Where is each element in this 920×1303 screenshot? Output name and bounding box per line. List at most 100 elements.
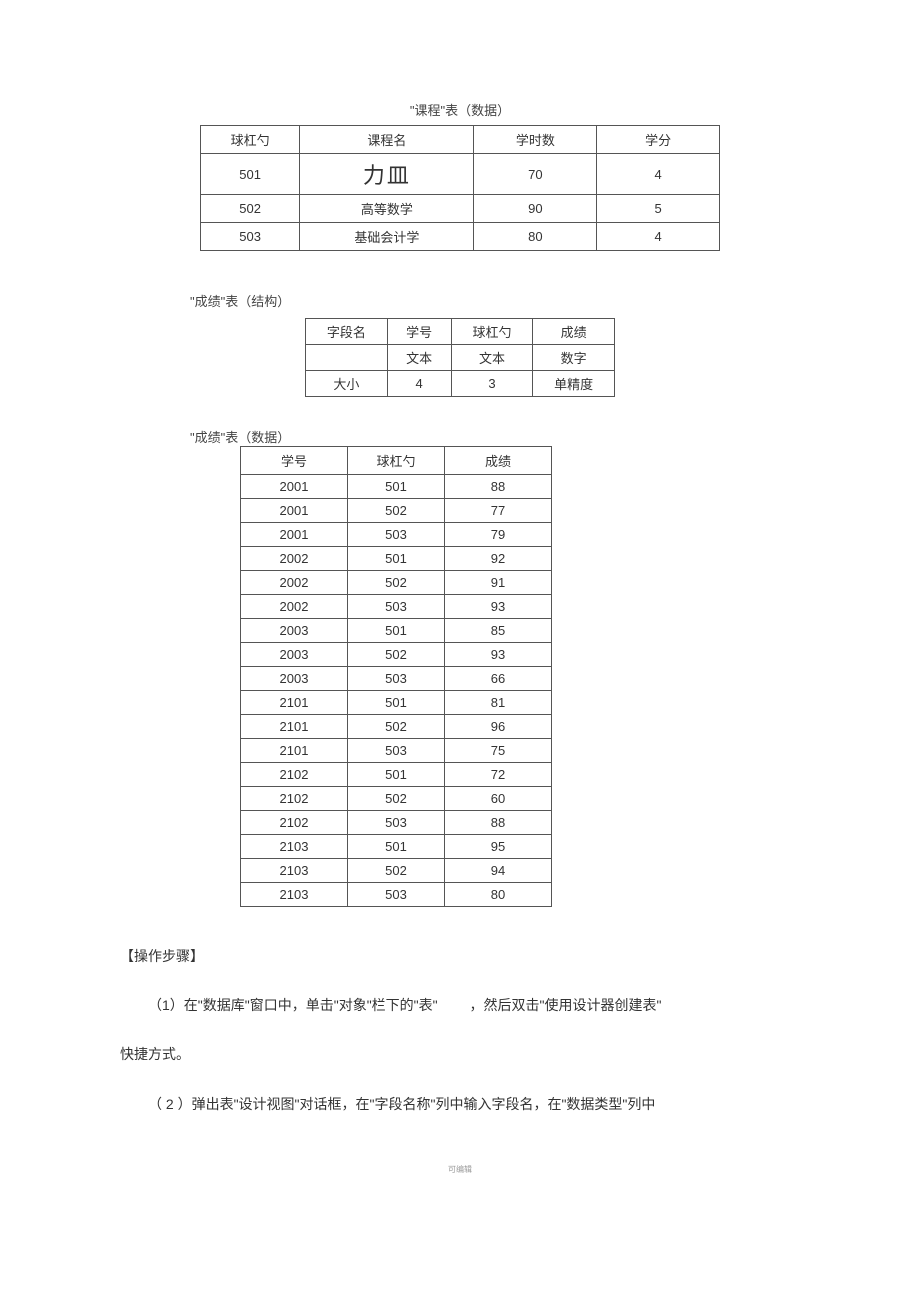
cell: 77 xyxy=(445,499,552,523)
cell: 2103 xyxy=(241,835,348,859)
step-1-line: （1）在"数据库"窗口中，单击"对象"栏下的"表" ，然后双击"使用设计器创建表… xyxy=(120,986,800,1025)
cell: 2001 xyxy=(241,523,348,547)
cell: 88 xyxy=(445,475,552,499)
cell: 502 xyxy=(348,499,445,523)
instructions-block: 【操作步骤】 （1）在"数据库"窗口中，单击"对象"栏下的"表" ，然后双击"使… xyxy=(120,937,800,1124)
cell: 80 xyxy=(474,223,597,251)
cell: 成绩 xyxy=(445,447,552,475)
cell: 2002 xyxy=(241,547,348,571)
table-row: 210250172 xyxy=(241,763,552,787)
cell: 96 xyxy=(445,715,552,739)
cell: 502 xyxy=(348,715,445,739)
cell: 501 xyxy=(348,547,445,571)
cell: 80 xyxy=(445,883,552,907)
cell: 2003 xyxy=(241,619,348,643)
cell: 球杠勺 xyxy=(348,447,445,475)
cell: 66 xyxy=(445,667,552,691)
cell: 92 xyxy=(445,547,552,571)
cell: 93 xyxy=(445,643,552,667)
cell: 4 xyxy=(387,371,451,397)
table-row: 文本 文本 数字 xyxy=(306,345,615,371)
step-2-line: （ 2 ）弹出表"设计视图"对话框，在"字段名称"列中输入字段名，在"数据类型"… xyxy=(120,1085,800,1124)
cell: 2102 xyxy=(241,787,348,811)
cell: 503 xyxy=(348,811,445,835)
table-row: 210250260 xyxy=(241,787,552,811)
cell: 字段名 xyxy=(306,319,388,345)
table-row: 200150277 xyxy=(241,499,552,523)
table-row: 210150181 xyxy=(241,691,552,715)
cell: 2103 xyxy=(241,883,348,907)
cell: 2001 xyxy=(241,499,348,523)
score-structure-table: 字段名 学号 球杠勺 成绩 文本 文本 数字 大小 4 3 单精度 xyxy=(305,318,615,397)
cell: 503 xyxy=(201,223,300,251)
cell: 503 xyxy=(348,739,445,763)
instructions-heading: 【操作步骤】 xyxy=(120,937,800,976)
course-data-table: 球杠勺 课程名 学时数 学分 501 力皿 70 4 502 高等数学 90 5… xyxy=(200,125,720,251)
cell: 2003 xyxy=(241,643,348,667)
table1-caption: "课程"表（数据） xyxy=(120,100,800,119)
cell: 单精度 xyxy=(533,371,615,397)
cell: 85 xyxy=(445,619,552,643)
cell: 90 xyxy=(474,195,597,223)
table-row: 210250388 xyxy=(241,811,552,835)
cell: 72 xyxy=(445,763,552,787)
cell: 503 xyxy=(348,667,445,691)
cell: 2101 xyxy=(241,691,348,715)
table-row: 210150296 xyxy=(241,715,552,739)
cell: 501 xyxy=(348,835,445,859)
cell: 成绩 xyxy=(533,319,615,345)
table-row: 502 高等数学 90 5 xyxy=(201,195,720,223)
cell: 503 xyxy=(348,523,445,547)
table-row: 200150188 xyxy=(241,475,552,499)
cell: 数字 xyxy=(533,345,615,371)
cell: 学号 xyxy=(387,319,451,345)
cell: 力皿 xyxy=(300,154,474,195)
table-row: 210150375 xyxy=(241,739,552,763)
table-row: 200250192 xyxy=(241,547,552,571)
score-data-table: 学号 球杠勺 成绩 200150188200150277200150379200… xyxy=(240,446,552,907)
cell: 4 xyxy=(597,154,720,195)
cell: 93 xyxy=(445,595,552,619)
cell: 501 xyxy=(348,763,445,787)
cell: 2101 xyxy=(241,715,348,739)
cell: 81 xyxy=(445,691,552,715)
cell: 文本 xyxy=(387,345,451,371)
cell: 课程名 xyxy=(300,126,474,154)
cell: 5 xyxy=(597,195,720,223)
cell xyxy=(306,345,388,371)
cell: 2002 xyxy=(241,571,348,595)
table-row: 200250291 xyxy=(241,571,552,595)
cell: 文本 xyxy=(451,345,533,371)
table-row: 210350294 xyxy=(241,859,552,883)
table-row: 学号 球杠勺 成绩 xyxy=(241,447,552,475)
cell: 学号 xyxy=(241,447,348,475)
cell: 95 xyxy=(445,835,552,859)
table-row: 字段名 学号 球杠勺 成绩 xyxy=(306,319,615,345)
table-row: 210350195 xyxy=(241,835,552,859)
table2-caption: "成绩"表（结构） xyxy=(190,291,800,310)
cell: 502 xyxy=(201,195,300,223)
cell: 501 xyxy=(201,154,300,195)
cell: 88 xyxy=(445,811,552,835)
table-row: 大小 4 3 单精度 xyxy=(306,371,615,397)
cell: 70 xyxy=(474,154,597,195)
cell: 91 xyxy=(445,571,552,595)
cell: 60 xyxy=(445,787,552,811)
table-row: 200350293 xyxy=(241,643,552,667)
cell: 球杠勺 xyxy=(201,126,300,154)
cell: 2101 xyxy=(241,739,348,763)
table-row: 200250393 xyxy=(241,595,552,619)
table-row: 200350185 xyxy=(241,619,552,643)
cell: 79 xyxy=(445,523,552,547)
cell: 502 xyxy=(348,571,445,595)
cell: 2103 xyxy=(241,859,348,883)
cell: 503 xyxy=(348,595,445,619)
cell: 2002 xyxy=(241,595,348,619)
table3-caption: "成绩"表（数据） xyxy=(190,427,290,446)
cell: 2102 xyxy=(241,811,348,835)
table-row: 200350366 xyxy=(241,667,552,691)
table-row: 210350380 xyxy=(241,883,552,907)
cell: 501 xyxy=(348,691,445,715)
cell: 大小 xyxy=(306,371,388,397)
cell: 75 xyxy=(445,739,552,763)
